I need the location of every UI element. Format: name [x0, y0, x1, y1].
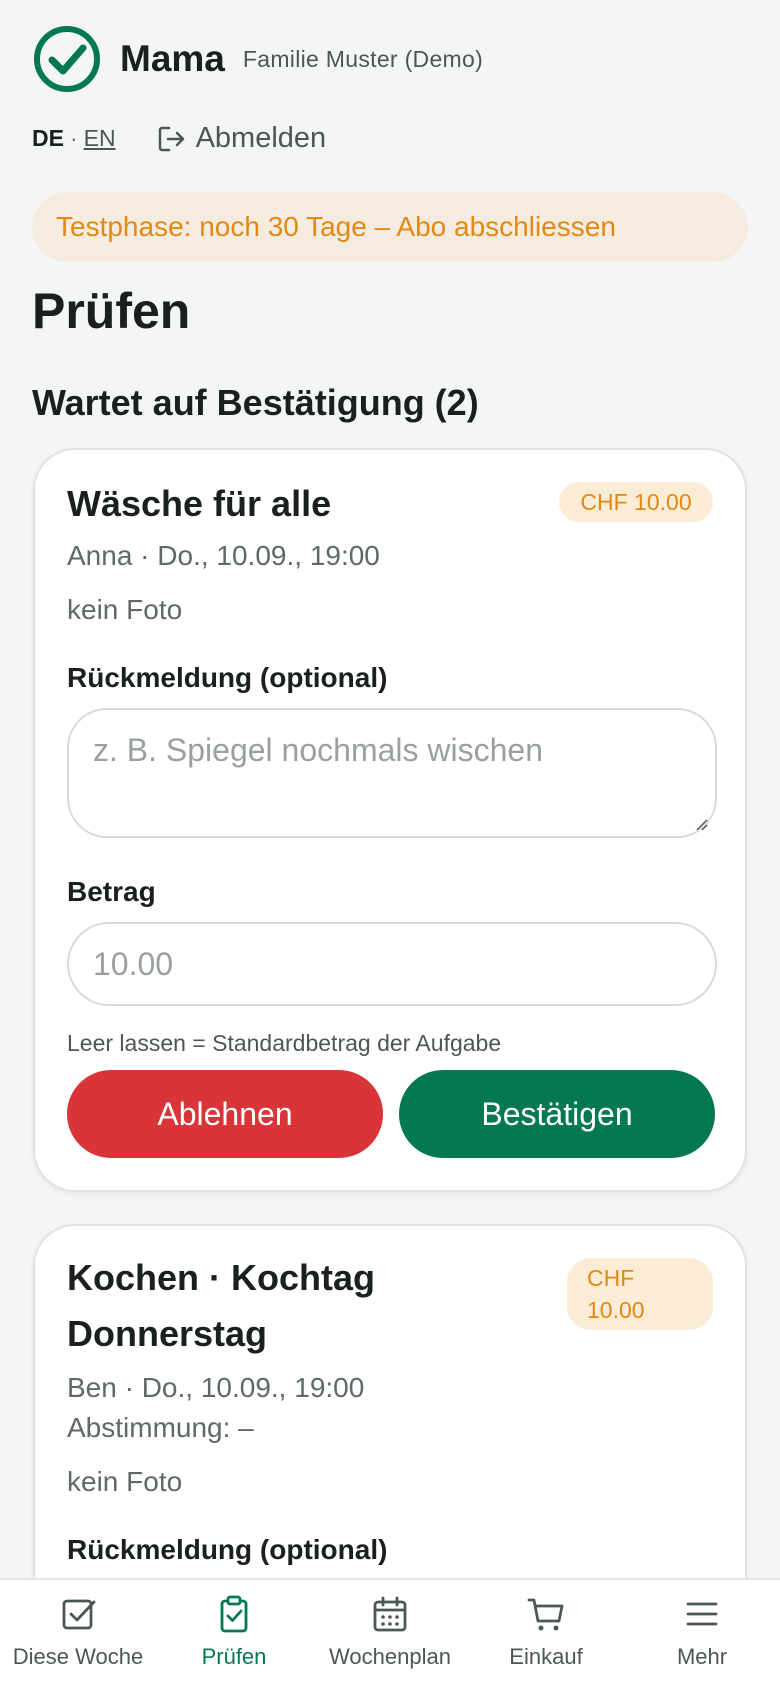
checkbox-icon: [62, 1599, 96, 1630]
nav-label: Diese Woche: [12, 1644, 144, 1669]
nav-item-diese-woche[interactable]: Diese Woche: [0, 1580, 156, 1688]
feedback-textarea[interactable]: z. B. Spiegel nochmals wischen: [67, 708, 717, 838]
amount-currency: CHF: [587, 1265, 635, 1291]
approval-card: Wäsche für alle CHF 10.00 Anna · Do., 10…: [33, 448, 747, 1192]
feedback-placeholder: z. B. Spiegel nochmals wischen: [93, 732, 543, 768]
confirm-button[interactable]: Bestätigen: [399, 1070, 715, 1158]
clipboard-check-icon: [220, 1595, 248, 1633]
nav-item-pruefen[interactable]: Prüfen: [156, 1580, 312, 1688]
nav-item-wochenplan[interactable]: Wochenplan: [312, 1580, 468, 1688]
lang-en-link[interactable]: EN: [84, 125, 116, 152]
language-switcher-row: DE · EN Abmelden: [32, 122, 326, 155]
amount-badge: CHF 10.00: [559, 482, 713, 522]
calendar-icon: [373, 1596, 407, 1632]
task-title-line2: Donnerstag: [67, 1313, 268, 1354]
nav-label: Mehr: [676, 1644, 728, 1669]
nav-label: Prüfen: [201, 1644, 267, 1669]
cart-icon: [527, 1598, 564, 1631]
task-title: Wäsche für alle: [67, 483, 332, 524]
menu-icon: [686, 1602, 718, 1626]
vote-status: Abstimmung: –: [67, 1412, 254, 1443]
section-title: Wartet auf Bestätigung (2): [32, 382, 479, 423]
nav-label: Wochenplan: [329, 1644, 451, 1669]
feedback-label: Rückmeldung (optional): [67, 662, 388, 693]
logout-label: Abmelden: [195, 122, 327, 154]
amount-input[interactable]: 10.00: [67, 922, 717, 1006]
trial-banner-link[interactable]: Testphase: noch 30 Tage – Abo abschliess…: [32, 192, 748, 262]
nav-item-einkauf[interactable]: Einkauf: [468, 1580, 624, 1688]
bottom-navigation: Diese Woche Prüfen Wochenplan Einkauf Me…: [0, 1578, 780, 1688]
user-name: Mama: [120, 38, 225, 79]
task-meta: Ben · Do., 10.09., 19:00: [67, 1372, 365, 1403]
feedback-label: Rückmeldung (optional): [67, 1534, 388, 1565]
logout-icon: [158, 126, 184, 151]
lang-de-option[interactable]: DE: [32, 125, 64, 152]
logout-button[interactable]: Abmelden: [156, 122, 327, 155]
amount-placeholder: 10.00: [93, 946, 174, 982]
amount-badge: CHF 10.00: [567, 1258, 713, 1330]
resize-handle-icon[interactable]: [693, 816, 709, 832]
amount-hint: Leer lassen = Standardbetrag der Aufgabe: [67, 1030, 502, 1056]
check-circle-logo-icon: [34, 26, 100, 92]
amount-value: 10.00: [587, 1297, 645, 1323]
photo-status: kein Foto: [67, 1466, 183, 1497]
task-title-line1: Kochen · Kochtag: [67, 1257, 376, 1298]
photo-status: kein Foto: [67, 594, 183, 625]
brand-header: Mama Familie Muster (Demo): [32, 24, 483, 94]
lang-separator: ·: [69, 125, 78, 151]
page-scroll-area[interactable]: Mama Familie Muster (Demo) DE · EN Abmel…: [0, 0, 780, 1578]
task-meta: Anna · Do., 10.09., 19:00: [67, 540, 380, 571]
nav-label: Einkauf: [509, 1644, 583, 1669]
nav-item-mehr[interactable]: Mehr: [624, 1580, 780, 1688]
amount-label: Betrag: [67, 876, 156, 907]
reject-button[interactable]: Ablehnen: [67, 1070, 383, 1158]
page-title: Prüfen: [32, 283, 191, 339]
approval-card: Kochen · Kochtag Donnerstag CHF 10.00 Be…: [33, 1224, 747, 1578]
family-name: Familie Muster (Demo): [242, 45, 484, 72]
